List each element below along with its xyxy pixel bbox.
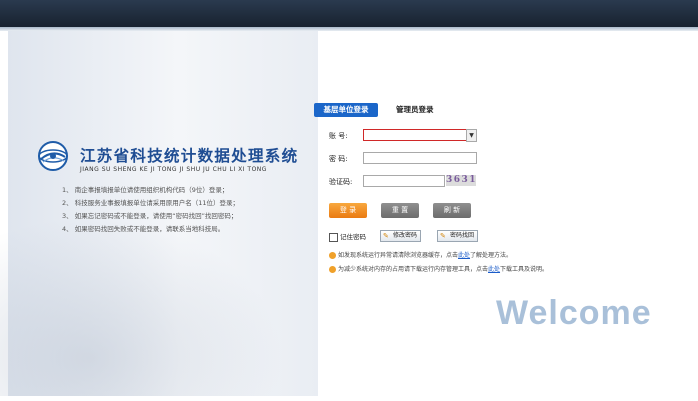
globe-logo-icon [38, 141, 68, 171]
bulb-icon [329, 252, 336, 259]
notice-text: 如发现系统运行异常请清除浏览器缓存，点击 [338, 252, 459, 259]
change-password-label: 修改密码 [393, 232, 418, 239]
edit-icon: ✎ [440, 232, 446, 240]
notice-text: 了解处理方法。 [470, 252, 513, 259]
edit-icon: ✎ [383, 232, 389, 240]
tab-unit-login[interactable]: 基层单位登录 [314, 103, 378, 117]
find-password-button[interactable]: ✎ 密码找回 [437, 230, 479, 242]
login-button[interactable]: 登 录 [329, 203, 367, 218]
notice-text: 下载工具及说明。 [500, 266, 549, 273]
notice-link[interactable]: 此处 [458, 252, 470, 259]
account-field[interactable] [363, 129, 467, 141]
captcha-image[interactable]: 3631 [446, 175, 476, 186]
notice-link[interactable]: 此处 [488, 266, 500, 273]
password-field[interactable] [363, 152, 477, 164]
remember-label: 记住密码 [340, 233, 366, 241]
tip-item: 3、 如果忘记密码或不能登录，请使用“密码找回”找回密码； [62, 212, 238, 220]
login-tips-list: 1、 南企事报填报单位请使用组织机构代码（9位）登录； 2、 科技服务业事报填报… [62, 184, 239, 236]
notice-memory-tool: 为减少系统对内存的占用请下载运行内存管理工具，点击此处下载工具及说明。 [329, 265, 548, 275]
reset-button[interactable]: 重 置 [381, 203, 419, 218]
tip-item: 1、 南企事报填报单位请使用组织机构代码（9位）登录； [62, 186, 229, 194]
system-title-pinyin: JIANG SU SHENG KE JI TONG JI SHU JU CHU … [80, 166, 267, 173]
top-header-bar [0, 0, 698, 27]
tip-item: 2、 科技服务业事报填报单位请采用原用户名（11位）登录； [62, 199, 239, 207]
remember-checkbox[interactable] [329, 233, 338, 242]
password-label: 密 码: [329, 155, 348, 163]
account-label: 账 号: [329, 132, 348, 140]
find-password-label: 密码找回 [450, 232, 475, 239]
account-dropdown-button[interactable]: ▼ [466, 129, 477, 142]
notice-clear-cache: 如发现系统运行异常请清除浏览器缓存，点击此处了解处理方法。 [329, 251, 512, 261]
notice-text: 为减少系统对内存的占用请下载运行内存管理工具，点击 [338, 266, 489, 273]
tab-admin-login[interactable]: 管理员登录 [396, 103, 434, 117]
welcome-text: Welcome [496, 294, 652, 332]
bulb-icon [329, 266, 336, 273]
system-title: 江苏省科技统计数据处理系统 [80, 147, 299, 165]
tip-item: 4、 如果密码找回失败或不能登录，请联系当地科技局。 [62, 225, 225, 233]
refresh-button[interactable]: 刷 新 [433, 203, 471, 218]
captcha-field[interactable] [363, 175, 445, 187]
captcha-label: 验证码: [329, 178, 353, 186]
change-password-button[interactable]: ✎ 修改密码 [380, 230, 422, 242]
